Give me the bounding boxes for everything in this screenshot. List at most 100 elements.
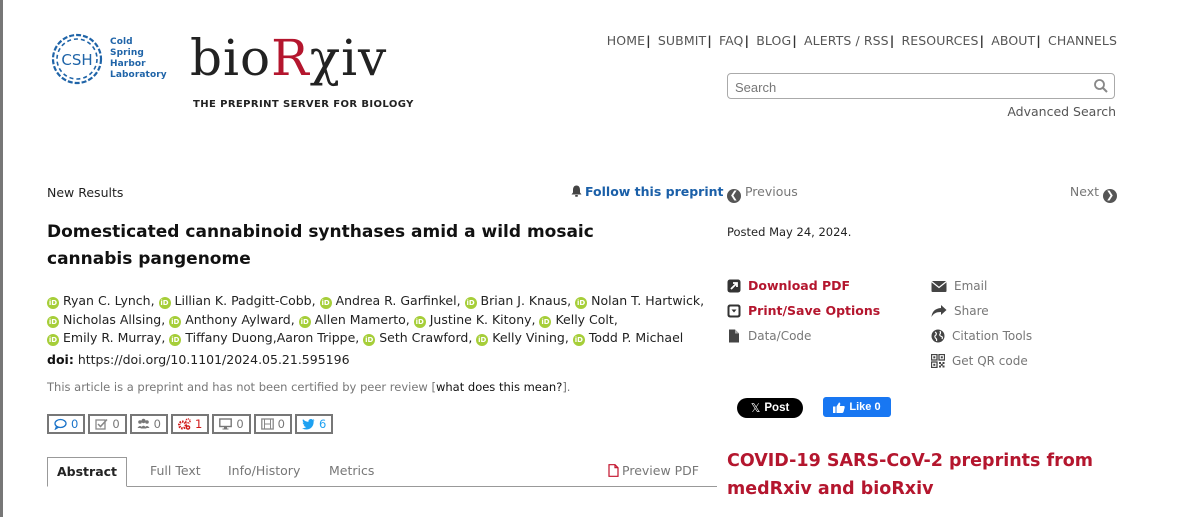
share-link[interactable]: Share (931, 298, 1032, 323)
csh-logo-icon[interactable]: CSH (49, 31, 105, 87)
metric-tweets[interactable]: 6 (294, 414, 334, 434)
csh-monogram: CSH (61, 51, 92, 69)
like-label: Like 0 (849, 401, 881, 413)
orcid-icon[interactable]: iD (158, 297, 171, 309)
qr-code-label: Get QR code (952, 353, 1028, 368)
metric-views[interactable]: 0 (212, 414, 251, 434)
logo-part-r: R (271, 29, 310, 87)
x-post-button[interactable]: 𝕏 Post (737, 398, 803, 418)
share-actions: Email Share Citation Tools Get QR code (931, 273, 1032, 373)
author[interactable]: iD Emily R. Murray (47, 330, 162, 346)
orcid-icon[interactable]: iD (363, 334, 376, 346)
search-icon[interactable] (1093, 78, 1109, 94)
nav-faq[interactable]: FAQ (719, 33, 744, 48)
author-name: Nolan T. Hartwick (591, 293, 701, 308)
metric-value: 1 (194, 417, 203, 431)
metric-reviews[interactable]: 0 (88, 414, 127, 434)
orcid-icon[interactable]: iD (47, 334, 59, 346)
author[interactable]: iD Nolan T. Hartwick (575, 293, 701, 309)
checkbox-icon (95, 418, 108, 430)
author[interactable]: iD Ryan C. Lynch (47, 293, 151, 309)
disclaimer-text: This article is a preprint and has not b… (47, 380, 436, 394)
orcid-icon[interactable]: iD (47, 315, 59, 328)
data-code-link[interactable]: Data/Code (727, 323, 880, 348)
author[interactable]: iD Allen Mamerto (298, 311, 406, 328)
nav-channels[interactable]: CHANNELS (1048, 33, 1117, 48)
altmetric-badges: 0 0 0 1 0 0 6 (47, 414, 334, 434)
follow-preprint-link[interactable]: Follow this preprint (571, 184, 724, 199)
twitter-icon (301, 418, 315, 430)
orcid-icon[interactable]: iD (572, 334, 585, 346)
previous-link[interactable]: ❮ Previous (727, 184, 798, 203)
external-link-icon (727, 279, 741, 292)
author[interactable]: Aaron Trippe (277, 330, 356, 345)
metric-value: 0 (236, 417, 244, 431)
data-code-label: Data/Code (748, 328, 812, 343)
next-link[interactable]: Next ❯ (1070, 184, 1117, 203)
metric-users[interactable]: 0 (129, 414, 168, 434)
orcid-icon[interactable]: iD (319, 297, 332, 309)
metric-videos[interactable]: 0 (253, 414, 292, 434)
nav-blog[interactable]: BLOG (756, 33, 791, 48)
author-separator: , (564, 330, 573, 345)
author-name: Tiffany Duong (185, 330, 273, 345)
metric-mentions[interactable]: 1 (170, 414, 210, 434)
author[interactable]: iD Nicholas Allsing (47, 311, 162, 328)
orcid-icon[interactable]: iD (169, 334, 182, 346)
author[interactable]: iD Justine K. Kitony (413, 312, 532, 328)
nav-home[interactable]: HOME (607, 33, 645, 48)
doi-link[interactable]: https://doi.org/10.1101/2024.05.21.59519… (78, 352, 350, 367)
tab-info-history[interactable]: Info/History (228, 457, 300, 486)
orcid-icon[interactable]: iD (413, 315, 426, 328)
metric-comments[interactable]: 0 (47, 414, 86, 434)
author-list: iD Ryan C. Lynch, iD Lillian K. Padgitt-Co… (47, 292, 707, 348)
what-does-this-mean-link[interactable]: what does this mean? (436, 380, 562, 394)
article-section-label: New Results (47, 185, 124, 200)
orcid-icon[interactable]: iD (169, 315, 182, 328)
download-pdf-link[interactable]: Download PDF (727, 273, 880, 298)
tab-full-text[interactable]: Full Text (150, 457, 201, 486)
biorxiv-logo[interactable]: bioRχiv (190, 30, 387, 86)
search-input[interactable] (733, 75, 1077, 99)
csh-logo-text[interactable]: Cold Spring Harbor Laboratory (110, 37, 167, 81)
author[interactable]: iD Seth Crawford (363, 330, 468, 346)
author-separator: , (567, 293, 576, 308)
author-name: Nicholas Allsing (63, 311, 162, 327)
author[interactable]: iD Lillian K. Padgitt-Cobb (158, 293, 312, 309)
orcid-icon[interactable]: iD (476, 334, 489, 346)
nav-about[interactable]: ABOUT (991, 33, 1035, 48)
orcid-icon[interactable]: iD (298, 315, 311, 328)
author[interactable]: iD Brian J. Knaus (464, 293, 567, 309)
author-separator: , (161, 311, 170, 327)
orcid-icon[interactable]: iD (539, 315, 552, 328)
author-name: Allen Mamerto (314, 311, 406, 327)
author[interactable]: iD Kelly Colt (539, 312, 614, 328)
author[interactable]: iD Kelly Vining (476, 330, 565, 346)
author-separator: , (456, 293, 465, 308)
tagline: THE PREPRINT SERVER FOR BIOLOGY (193, 99, 414, 110)
author[interactable]: iD Anthony Aylward (169, 312, 291, 328)
article-title: Domesticated cannabinoid synthases amid … (47, 222, 594, 269)
print-save-options-link[interactable]: Print/Save Options (727, 298, 880, 323)
citation-tools-link[interactable]: Citation Tools (931, 323, 1032, 348)
logo-part: bio (190, 29, 272, 87)
qr-code-link[interactable]: Get QR code (931, 348, 1032, 373)
author[interactable]: iD Todd P. Michael (572, 330, 683, 346)
nav-alerts-rss[interactable]: ALERTS / RSS (804, 33, 889, 48)
nav-resources[interactable]: RESOURCES (901, 33, 978, 48)
facebook-like-button[interactable]: Like 0 (823, 397, 891, 417)
nav-submit[interactable]: SUBMIT (658, 33, 706, 48)
covid-preprints-heading[interactable]: COVID-19 SARS-CoV-2 preprints from medRx… (727, 447, 1147, 503)
preview-pdf-link[interactable]: Preview PDF (608, 457, 699, 485)
orcid-icon[interactable]: iD (47, 297, 59, 309)
advanced-search-link[interactable]: Advanced Search (1007, 104, 1116, 119)
author-name: Emily R. Murray (63, 330, 162, 345)
author[interactable]: iD Andrea R. Garfinkel (319, 293, 457, 309)
email-link[interactable]: Email (931, 273, 1032, 298)
orcid-icon[interactable]: iD (575, 297, 588, 309)
pdf-file-icon (608, 464, 619, 477)
author[interactable]: iD Tiffany Duong (169, 330, 273, 346)
orcid-icon[interactable]: iD (464, 297, 477, 309)
tab-abstract[interactable]: Abstract (47, 457, 128, 487)
tab-metrics[interactable]: Metrics (329, 457, 374, 486)
